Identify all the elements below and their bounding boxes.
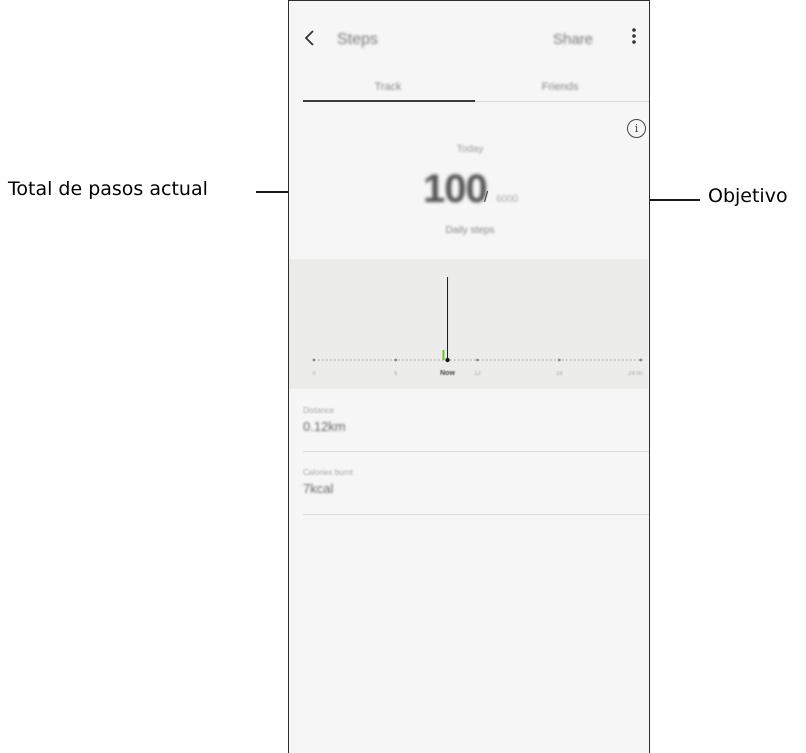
back-button[interactable] — [303, 29, 317, 51]
daily-steps-caption: Daily steps — [445, 225, 495, 236]
day-label: Today — [456, 144, 484, 155]
divider — [303, 451, 649, 452]
stat-calories: Calories burnt 7kcal — [303, 468, 649, 496]
chart-tick-dot — [476, 358, 479, 362]
tab-active-indicator — [303, 100, 475, 102]
chart-tick-label: Now — [440, 370, 455, 377]
tab-friends[interactable]: Friends — [475, 81, 645, 93]
stat-value: 0.12km — [303, 419, 346, 434]
phone-screen: Steps Share Track Friends i Today 100 / … — [288, 0, 650, 753]
chart-tick-label: 6 — [394, 371, 398, 377]
chevron-left-icon — [304, 30, 314, 46]
chart-now-dot — [445, 357, 450, 363]
callout-goal: Objetivo — [708, 185, 788, 207]
page-title: Steps — [337, 31, 378, 48]
chart-tick-label: 18 — [556, 371, 563, 377]
chart-bar — [442, 350, 445, 360]
chart-tick-label: 0 — [312, 371, 316, 377]
tab-track[interactable]: Track — [303, 81, 473, 93]
info-icon[interactable]: i — [627, 119, 646, 138]
chart-tick-dot — [639, 358, 643, 362]
more-vertical-icon — [632, 28, 636, 44]
share-button[interactable]: Share — [553, 31, 593, 48]
chart-tick-dot — [394, 358, 398, 362]
stat-label: Distance — [303, 406, 335, 415]
stat-label: Calories burnt — [303, 468, 353, 477]
callout-current-steps: Total de pasos actual — [8, 178, 208, 200]
chart-tick-label: 12 — [474, 371, 481, 377]
steps-goal-value[interactable]: 6000 — [496, 194, 518, 205]
steps-chart-svg: 0 6 Now 12 18 24:00 — [312, 277, 644, 377]
chart-tick-dot — [557, 358, 561, 362]
stat-distance: Distance 0.12km — [303, 406, 649, 434]
steps-separator: / — [484, 189, 489, 206]
stat-value: 7kcal — [303, 481, 334, 496]
more-options-button[interactable] — [631, 27, 637, 49]
chart-tick-label: 24:00 — [628, 371, 644, 377]
chart-tick-dot — [312, 358, 316, 362]
current-steps-value: 100 — [423, 167, 488, 211]
divider — [303, 514, 649, 515]
steps-chart[interactable]: 0 6 Now 12 18 24:00 — [289, 259, 648, 389]
